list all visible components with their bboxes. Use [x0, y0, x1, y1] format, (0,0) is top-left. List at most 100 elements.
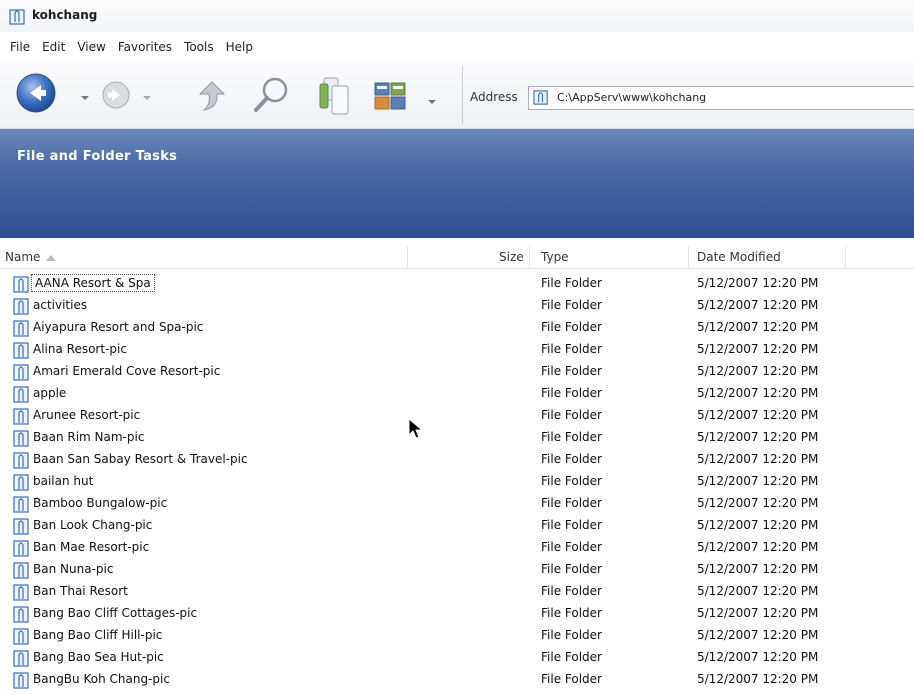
file-name[interactable]: Ban Nuna-pic [33, 562, 113, 576]
views-button[interactable] [374, 82, 408, 115]
table-row[interactable]: Ban Nuna-pic File Folder 5/12/2007 12:20 P… [0, 559, 914, 581]
folder-icon [13, 452, 29, 469]
file-type: File Folder [541, 496, 602, 510]
folder-up-icon [198, 81, 226, 111]
file-name[interactable]: Bang Bao Sea Hut-pic [33, 650, 164, 664]
folder-icon [13, 430, 29, 447]
file-name[interactable]: Ban Thai Resort [33, 584, 128, 598]
menu-edit[interactable]: Edit [42, 40, 65, 54]
file-list: AANA Resort & Spa File Folder 5/12/2007 12… [0, 273, 914, 691]
file-date-modified: 5/12/2007 12:20 PM [697, 320, 819, 334]
table-row[interactable]: apple File Folder 5/12/2007 12:20 PM [0, 383, 914, 405]
file-type: File Folder [541, 298, 602, 312]
file-type: File Folder [541, 342, 602, 356]
file-name[interactable]: Baan San Sabay Resort & Travel-pic [33, 452, 248, 466]
column-divider[interactable] [845, 246, 846, 268]
menu-view[interactable]: View [77, 40, 105, 54]
back-button[interactable] [15, 72, 57, 117]
folders-button[interactable] [316, 74, 356, 121]
table-row[interactable]: Bang Bao Cliff Cottages-pic File Folder 5/… [0, 603, 914, 625]
address-path[interactable]: C:\AppServ\www\kohchang [557, 91, 706, 104]
folder-icon [13, 320, 29, 337]
file-type: File Folder [541, 408, 602, 422]
file-name[interactable]: Alina Resort-pic [33, 342, 127, 356]
table-row[interactable]: Bang Bao Cliff Hill-pic File Folder 5/12/2… [0, 625, 914, 647]
menu-tools[interactable]: Tools [184, 40, 214, 54]
folder-icon [13, 386, 29, 403]
folder-icon [13, 474, 29, 491]
file-name[interactable]: Amari Emerald Cove Resort-pic [33, 364, 220, 378]
file-name[interactable]: Bang Bao Cliff Cottages-pic [33, 606, 197, 620]
column-type[interactable]: Type [541, 250, 569, 264]
folder-icon [13, 584, 29, 601]
table-row[interactable]: Amari Emerald Cove Resort-pic File Folder… [0, 361, 914, 383]
file-date-modified: 5/12/2007 12:20 PM [697, 628, 819, 642]
file-type: File Folder [541, 606, 602, 620]
column-date-modified[interactable]: Date Modified [697, 250, 781, 264]
column-size[interactable]: Size [499, 250, 524, 264]
menu-file[interactable]: File [10, 40, 30, 54]
views-dropdown[interactable] [427, 94, 437, 108]
file-type: File Folder [541, 452, 602, 466]
table-row[interactable]: Baan San Sabay Resort & Travel-pic File F… [0, 449, 914, 471]
file-type: File Folder [541, 386, 602, 400]
column-divider[interactable] [688, 246, 689, 268]
file-name[interactable]: activities [33, 298, 87, 312]
file-name[interactable]: AANA Resort & Spa [31, 274, 155, 292]
up-button[interactable] [192, 76, 232, 119]
table-row[interactable]: Alina Resort-pic File Folder 5/12/2007 12:… [0, 339, 914, 361]
table-row[interactable]: Bang Bao Sea Hut-pic File Folder 5/12/2007… [0, 647, 914, 669]
column-divider[interactable] [407, 246, 408, 268]
sort-ascending-icon [46, 254, 57, 261]
table-row[interactable]: Arunee Resort-pic File Folder 5/12/2007 12… [0, 405, 914, 427]
file-name[interactable]: apple [33, 386, 66, 400]
table-row[interactable]: Baan Rim Nam-pic File Folder 5/12/2007 12:… [0, 427, 914, 449]
file-type: File Folder [541, 562, 602, 576]
table-row[interactable]: Ban Look Chang-pic File Folder 5/12/2007 1… [0, 515, 914, 537]
table-row[interactable]: activities File Folder 5/12/2007 12:20 PM [0, 295, 914, 317]
file-type: File Folder [541, 540, 602, 554]
file-type: File Folder [541, 430, 602, 444]
folder-icon [13, 364, 29, 381]
file-name[interactable]: Baan Rim Nam-pic [33, 430, 144, 444]
table-row[interactable]: AANA Resort & Spa File Folder 5/12/2007 12… [0, 273, 914, 295]
column-divider[interactable] [529, 246, 530, 268]
file-date-modified: 5/12/2007 12:20 PM [697, 276, 819, 290]
forward-button[interactable] [101, 80, 131, 113]
file-name[interactable]: Bamboo Bungalow-pic [33, 496, 167, 510]
file-name[interactable]: Ban Look Chang-pic [33, 518, 152, 532]
folders-icon [319, 77, 349, 115]
address-bar[interactable]: C:\AppServ\www\kohchang [528, 86, 914, 110]
file-date-modified: 5/12/2007 12:20 PM [697, 606, 819, 620]
file-name[interactable]: bailan hut [33, 474, 93, 488]
task-pane-title[interactable]: File and Folder Tasks [17, 149, 177, 164]
file-date-modified: 5/12/2007 12:20 PM [697, 650, 819, 664]
file-name[interactable]: Arunee Resort-pic [33, 408, 140, 422]
file-date-modified: 5/12/2007 12:20 PM [697, 298, 819, 312]
file-date-modified: 5/12/2007 12:20 PM [697, 584, 819, 598]
file-type: File Folder [541, 628, 602, 642]
menu-help[interactable]: Help [226, 40, 253, 54]
file-name[interactable]: Bang Bao Cliff Hill-pic [33, 628, 162, 642]
folder-icon [13, 496, 29, 513]
search-icon [254, 77, 288, 112]
file-name[interactable]: Aiyapura Resort and Spa-pic [33, 320, 203, 334]
forward-dropdown[interactable] [142, 90, 152, 104]
toolbar: Address C:\AppServ\www\kohchang [0, 60, 914, 129]
back-dropdown[interactable] [80, 90, 90, 104]
table-row[interactable]: Aiyapura Resort and Spa-pic File Folder 5/… [0, 317, 914, 339]
file-name[interactable]: Ban Mae Resort-pic [33, 540, 149, 554]
folder-icon [13, 342, 29, 359]
table-row[interactable]: Bamboo Bungalow-pic File Folder 5/12/2007 … [0, 493, 914, 515]
search-button[interactable] [250, 74, 292, 119]
file-date-modified: 5/12/2007 12:20 PM [697, 408, 819, 422]
table-row[interactable]: bailan hut File Folder 5/12/2007 12:20 PM [0, 471, 914, 493]
table-row[interactable]: BangBu Koh Chang-pic File Folder 5/12/2007… [0, 669, 914, 691]
file-date-modified: 5/12/2007 12:20 PM [697, 430, 819, 444]
menu-favorites[interactable]: Favorites [118, 40, 172, 54]
file-name[interactable]: BangBu Koh Chang-pic [33, 672, 170, 686]
file-date-modified: 5/12/2007 12:20 PM [697, 474, 819, 488]
table-row[interactable]: Ban Thai Resort File Folder 5/12/2007 12:2… [0, 581, 914, 603]
column-name[interactable]: Name [5, 250, 57, 264]
table-row[interactable]: Ban Mae Resort-pic File Folder 5/12/2007 1… [0, 537, 914, 559]
